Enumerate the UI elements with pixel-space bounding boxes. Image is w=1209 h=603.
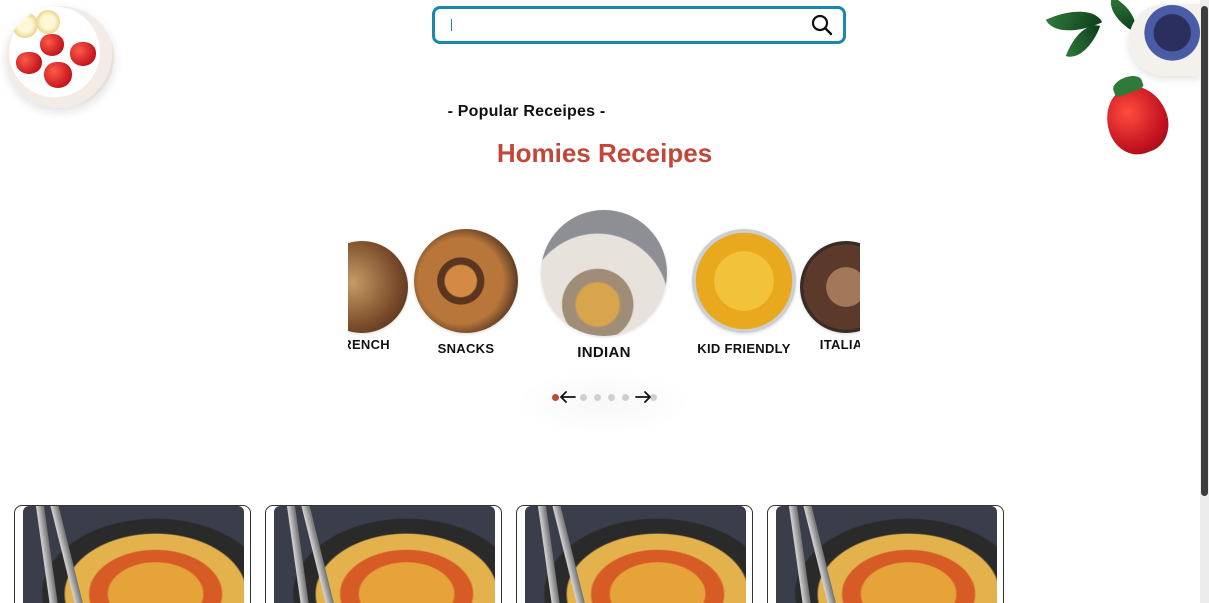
carousel-prev-button[interactable] [556,386,580,408]
category-label: FRENCH [348,337,390,352]
arrow-left-icon [560,391,576,403]
section-title: Homies Receipes [496,138,713,168]
recipe-image [274,506,495,603]
carousel-dot[interactable] [594,394,601,401]
text-cursor [451,19,452,31]
category-image [541,210,667,336]
carousel-dot[interactable] [580,394,587,401]
recipe-card[interactable] [14,505,251,603]
page-scrollbar[interactable] [1200,0,1209,603]
recipe-image [23,506,244,603]
category-image [348,241,408,333]
arrow-right-icon [635,391,651,403]
carousel-next-button[interactable] [631,386,655,408]
search-bar [432,6,846,44]
recipe-card-list [14,505,1004,603]
category-label: KID FRIENDLY [697,341,791,356]
carousel-dot[interactable] [608,394,615,401]
recipe-image [525,506,746,603]
category-french[interactable]: FRENCH [348,241,412,352]
recipe-card[interactable] [767,505,1004,603]
search-input[interactable] [456,16,809,34]
category-kid-friendly[interactable]: KID FRIENDLY [686,229,802,356]
section-eyebrow: - Popular Receipes - [447,103,606,120]
category-image [414,229,518,333]
category-carousel: FRENCH SNACKS INDIAN KID FRIENDLY ITALIA… [348,205,860,375]
recipe-card[interactable] [516,505,753,603]
search-icon [811,14,833,36]
category-image [692,229,796,333]
category-italian[interactable]: ITALIAN [796,241,860,352]
category-label: SNACKS [437,341,495,356]
carousel-dot[interactable] [622,394,629,401]
carousel-pager [516,370,690,436]
scrollbar-thumb[interactable] [1201,6,1208,496]
recipe-card[interactable] [265,505,502,603]
category-snacks[interactable]: SNACKS [408,229,524,356]
strawberry-leaf-decoration [1041,0,1201,163]
category-indian[interactable]: INDIAN [536,210,672,361]
fruit-plate-decoration [6,6,114,108]
category-label: ITALIAN [819,337,860,352]
recipe-image [776,506,997,603]
category-image [800,241,860,333]
category-label: INDIAN [577,344,631,361]
search-button[interactable] [809,12,835,38]
